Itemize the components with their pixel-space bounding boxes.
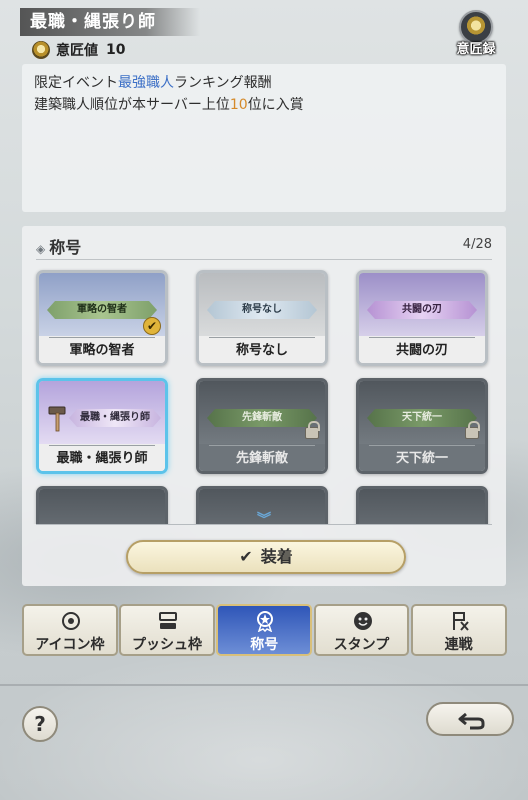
diamond-bullet-icon: ◈ bbox=[36, 242, 46, 256]
tab-title[interactable]: 称号 bbox=[216, 604, 313, 656]
titles-panel: ◈ 称号 4/28 軍略の智者 ✔ 軍略の智者 称号なし 称号なし 共闘の刃 共闘… bbox=[22, 226, 506, 586]
title-name: 称号なし bbox=[235, 343, 288, 358]
lock-icon bbox=[305, 421, 320, 439]
title-description: 限定イベント最強職人ランキング報酬 建築職人順位が本サーバー上位10位に入賞 bbox=[22, 64, 506, 212]
tab-label: プッシュ枠 bbox=[132, 637, 203, 653]
tab-label: 称号 bbox=[250, 637, 279, 653]
ishou-value-row: 意匠値 10 bbox=[32, 40, 125, 60]
title-banner: 軍略の智者 bbox=[47, 301, 157, 319]
description-text: ランキング報酬 bbox=[174, 75, 272, 91]
return-arrow-icon bbox=[458, 712, 485, 730]
stamp-face-icon bbox=[353, 612, 372, 630]
title-card-gunryaku[interactable]: 軍略の智者 ✔ 軍略の智者 bbox=[36, 270, 168, 366]
title-name: 最職・縄張り師 bbox=[56, 451, 148, 466]
tab-stamp[interactable]: スタンプ bbox=[313, 604, 410, 656]
tab-push-frame[interactable]: プッシュ枠 bbox=[119, 604, 215, 656]
tab-label: スタンプ bbox=[333, 637, 390, 653]
title-card-senpou[interactable]: 先鋒斬敵 先鋒斬敵 bbox=[196, 378, 328, 474]
title-banner: 先鋒斬敵 bbox=[207, 409, 317, 427]
card-divider bbox=[369, 445, 475, 446]
card-art bbox=[39, 489, 165, 524]
design-record-button[interactable]: 意匠録 bbox=[448, 10, 504, 60]
description-text: 建築職人順位が本サーバー上位 bbox=[34, 97, 230, 113]
ishou-label: 意匠値 bbox=[56, 43, 98, 59]
back-button[interactable] bbox=[426, 702, 514, 736]
category-tabs: アイコン枠 プッシュ枠 称号 スタンプ 連戦 bbox=[22, 604, 508, 656]
title-name: 先鋒斬敵 bbox=[235, 451, 288, 466]
design-record-label: 意匠録 bbox=[456, 42, 496, 57]
equipped-check-icon: ✔ bbox=[143, 317, 161, 335]
card-divider bbox=[49, 337, 155, 338]
description-text: 限定イベント bbox=[34, 75, 118, 91]
equip-button[interactable]: ✔ 装着 bbox=[126, 540, 406, 574]
title-card-partial[interactable] bbox=[356, 486, 488, 524]
panel-divider bbox=[36, 524, 492, 525]
title-name: 軍略の智者 bbox=[69, 343, 135, 358]
titles-grid[interactable]: 軍略の智者 ✔ 軍略の智者 称号なし 称号なし 共闘の刃 共闘の刃 最職・縄張り… bbox=[32, 266, 496, 524]
title-card-partial[interactable] bbox=[36, 486, 168, 524]
description-text: 位に入賞 bbox=[247, 97, 304, 113]
description-line-2: 建築職人順位が本サーバー上位10位に入賞 bbox=[34, 94, 494, 116]
title-banner: 天下統一 bbox=[367, 409, 477, 427]
hammer-icon bbox=[48, 406, 66, 432]
page-title: 最職・縄張り師 bbox=[20, 8, 200, 36]
title-banner: 共闘の刃 bbox=[367, 301, 477, 319]
card-divider bbox=[209, 445, 315, 446]
ishou-value: 10 bbox=[106, 42, 126, 58]
title-name: 天下統一 bbox=[395, 451, 448, 466]
title-card-kyoutou[interactable]: 共闘の刃 共闘の刃 bbox=[356, 270, 488, 366]
tab-icon-frame[interactable]: アイコン枠 bbox=[22, 604, 118, 656]
card-divider bbox=[209, 337, 315, 338]
title-card-tenka[interactable]: 天下統一 天下統一 bbox=[356, 378, 488, 474]
checkmark-icon: ✔ bbox=[239, 547, 253, 566]
title-name: 共闘の刃 bbox=[395, 343, 448, 358]
titles-panel-header: ◈ 称号 4/28 bbox=[36, 232, 492, 260]
ishou-coin-icon bbox=[32, 41, 50, 59]
titles-heading-label: 称号 bbox=[49, 238, 82, 257]
titles-count: 4/28 bbox=[462, 237, 492, 252]
footer-divider bbox=[0, 684, 528, 686]
description-highlight: 最強職人 bbox=[118, 75, 174, 91]
consecutive-battle-icon bbox=[452, 612, 469, 631]
icon-frame-icon bbox=[62, 612, 80, 630]
equip-button-label: 装着 bbox=[260, 547, 293, 566]
title-banner: 称号なし bbox=[207, 301, 317, 319]
tab-consecutive-battle[interactable]: 連戦 bbox=[410, 604, 507, 656]
tab-label: 連戦 bbox=[444, 637, 473, 653]
description-line-1: 限定イベント最強職人ランキング報酬 bbox=[34, 72, 494, 94]
push-frame-icon bbox=[159, 612, 178, 629]
title-medal-icon bbox=[257, 611, 274, 632]
card-divider bbox=[369, 337, 475, 338]
card-art bbox=[359, 489, 485, 524]
title-card-none[interactable]: 称号なし 称号なし bbox=[196, 270, 328, 366]
lock-icon bbox=[465, 421, 480, 439]
title-banner: 最職・縄張り師 bbox=[69, 409, 161, 427]
card-divider bbox=[49, 445, 155, 446]
help-button[interactable]: ? bbox=[22, 706, 58, 742]
description-highlight: 10 bbox=[229, 97, 248, 113]
titles-heading: ◈ 称号 bbox=[36, 234, 81, 258]
tab-label: アイコン枠 bbox=[35, 637, 105, 653]
title-card-nawabari[interactable]: 最職・縄張り師 最職・縄張り師 bbox=[36, 378, 168, 474]
